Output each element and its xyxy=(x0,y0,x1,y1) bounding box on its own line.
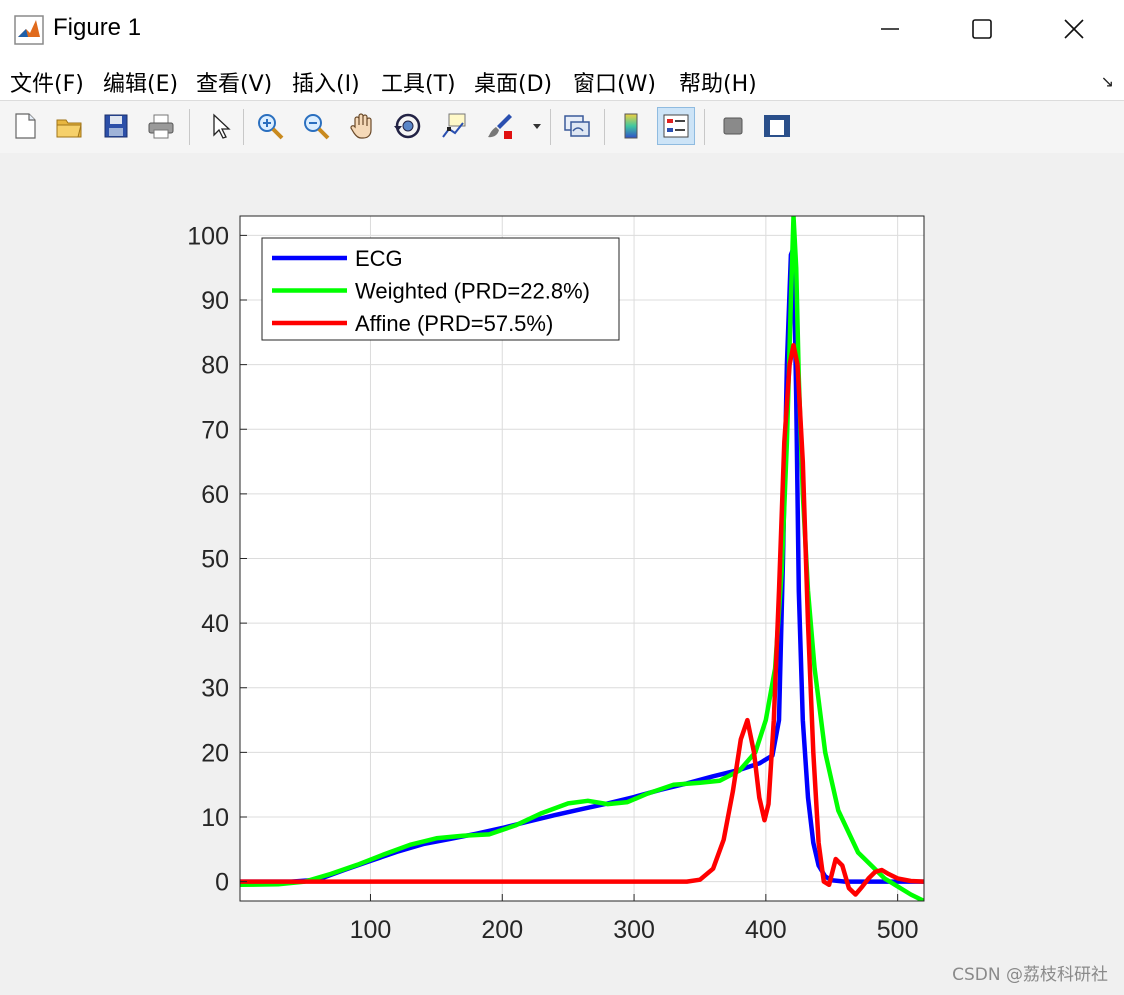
legend-label: ECG xyxy=(355,246,403,271)
show-plot-tools-icon xyxy=(764,115,790,137)
new-figure-icon xyxy=(15,113,36,139)
menu-file[interactable]: 文件(F) xyxy=(10,66,84,98)
zoom-out-icon xyxy=(304,114,330,140)
y-tick-label: 20 xyxy=(201,739,229,767)
insert-colorbar-icon xyxy=(624,113,638,139)
new-figure-button[interactable] xyxy=(6,107,44,145)
menu-desktop[interactable]: 桌面(D) xyxy=(474,66,552,98)
insert-legend-button[interactable] xyxy=(657,107,695,145)
title-bar: Figure 1 xyxy=(0,0,1124,58)
menu-insert[interactable]: 插入(I) xyxy=(292,66,360,98)
rotate-3d-icon xyxy=(394,113,421,139)
data-cursor-button[interactable] xyxy=(435,107,473,145)
x-tick-label: 400 xyxy=(745,916,787,944)
brush-dropdown-button[interactable] xyxy=(528,107,546,145)
legend[interactable]: ECG Weighted (PRD=22.8%) Affine (PRD=57.5%… xyxy=(261,237,620,341)
toolbar-separator xyxy=(189,109,190,145)
insert-colorbar-button[interactable] xyxy=(612,107,650,145)
x-tick-label: 300 xyxy=(613,916,655,944)
toolbar-separator xyxy=(604,109,605,145)
brush-button[interactable] xyxy=(481,107,519,145)
menu-edit[interactable]: 编辑(E) xyxy=(103,66,178,98)
y-tick-label: 50 xyxy=(201,546,229,574)
zoom-out-button[interactable] xyxy=(297,107,335,145)
x-tick-label: 500 xyxy=(877,916,919,944)
y-tick-label: 80 xyxy=(201,352,229,380)
legend-label: Weighted (PRD=22.8%) xyxy=(355,279,590,304)
matlab-icon xyxy=(14,15,44,45)
menu-help[interactable]: 帮助(H) xyxy=(679,66,757,98)
watermark-text: CSDN @荔枝科研社 xyxy=(952,965,1108,985)
toolbar-separator xyxy=(243,109,244,145)
insert-legend-icon xyxy=(663,114,689,138)
y-tick-label: 100 xyxy=(187,222,229,250)
minimize-button[interactable] xyxy=(844,0,936,58)
minimize-icon xyxy=(881,28,899,30)
save-button[interactable] xyxy=(97,107,135,145)
save-icon xyxy=(104,114,128,138)
link-plot-button[interactable] xyxy=(558,107,596,145)
figure-toolbar xyxy=(0,100,1124,154)
toolbar-separator xyxy=(550,109,551,145)
pan-button[interactable] xyxy=(343,107,381,145)
print-icon xyxy=(148,114,174,139)
show-plot-tools-button[interactable] xyxy=(758,107,796,145)
legend-label: Affine (PRD=57.5%) xyxy=(355,311,553,336)
zoom-in-button[interactable] xyxy=(251,107,289,145)
hide-plot-tools-button[interactable] xyxy=(713,107,751,145)
y-tick-label: 40 xyxy=(201,610,229,638)
y-axis-ticks: 0 10 20 30 40 50 60 70 80 90 100 xyxy=(187,222,247,897)
chevron-down-icon xyxy=(533,124,541,129)
menu-tools[interactable]: 工具(T) xyxy=(381,66,456,98)
menu-view[interactable]: 查看(V) xyxy=(196,66,272,98)
figure-canvas: 100 200 300 400 500 0 10 20 30 40 50 60 70 80 90 100 E… xyxy=(0,153,1124,995)
y-tick-label: 30 xyxy=(201,675,229,703)
toolbar-separator xyxy=(704,109,705,145)
menu-bar: 文件(F) 编辑(E) 查看(V) 插入(I) 工具(T) 桌面(D) 窗口(W… xyxy=(0,58,1124,100)
data-cursor-icon xyxy=(442,113,466,138)
print-button[interactable] xyxy=(142,107,180,145)
y-tick-label: 10 xyxy=(201,804,229,832)
maximize-button[interactable] xyxy=(936,0,1028,58)
close-button[interactable] xyxy=(1028,0,1120,58)
edit-plot-button[interactable] xyxy=(200,107,238,145)
edit-plot-arrow-icon xyxy=(213,113,231,139)
y-tick-label: 90 xyxy=(201,287,229,315)
hide-plot-tools-icon xyxy=(723,117,743,135)
maximize-icon xyxy=(972,19,992,39)
zoom-in-icon xyxy=(258,114,284,140)
y-tick-label: 0 xyxy=(215,869,229,897)
open-file-icon xyxy=(56,119,82,138)
menu-window[interactable]: 窗口(W) xyxy=(573,66,656,98)
y-tick-label: 70 xyxy=(201,416,229,444)
x-tick-label: 100 xyxy=(350,916,392,944)
brush-icon xyxy=(488,114,512,139)
rotate-3d-button[interactable] xyxy=(389,107,427,145)
open-file-button[interactable] xyxy=(50,107,88,145)
x-tick-label: 200 xyxy=(481,916,523,944)
y-tick-label: 60 xyxy=(201,481,229,509)
window-title: Figure 1 xyxy=(53,14,142,41)
close-icon xyxy=(1064,19,1084,39)
dock-arrow-icon[interactable]: ↘ xyxy=(1101,72,1114,92)
ecg-line-chart[interactable]: 100 200 300 400 500 0 10 20 30 40 50 60 70 80 90 100 E… xyxy=(0,153,1124,995)
pan-hand-icon xyxy=(350,113,372,139)
link-plot-icon xyxy=(564,115,590,137)
